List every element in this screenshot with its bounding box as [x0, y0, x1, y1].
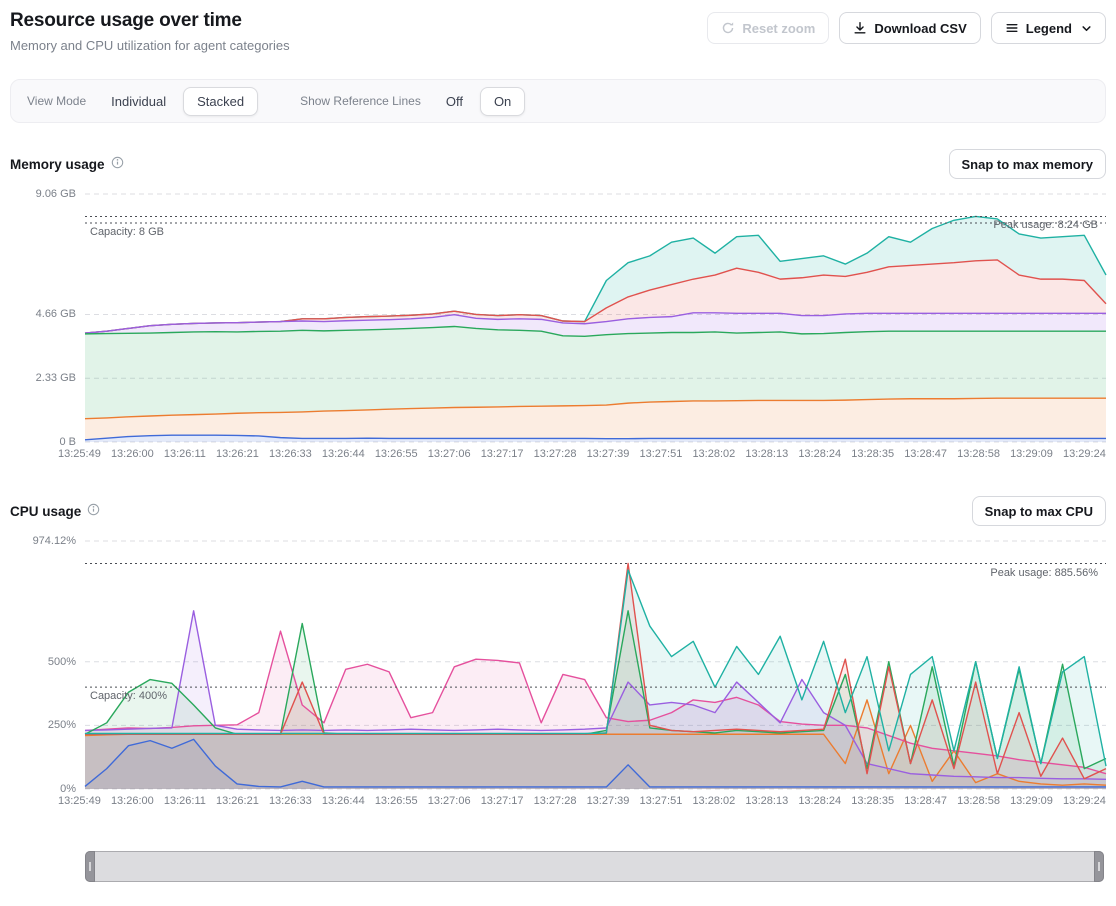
time-range-scrollbar[interactable] [85, 851, 1104, 882]
x-tick-label: 13:28:47 [904, 448, 947, 460]
legend-button[interactable]: Legend [991, 12, 1106, 44]
x-tick-label: 13:28:24 [798, 795, 841, 807]
memory-chart-plot[interactable] [85, 194, 1106, 442]
x-tick-label: 13:28:58 [957, 795, 1000, 807]
info-icon[interactable] [111, 156, 124, 172]
page-subtitle: Memory and CPU utilization for agent cat… [10, 38, 290, 53]
cpu-section-title: CPU usage [10, 504, 81, 519]
y-tick-label: 4.66 GB [10, 308, 76, 320]
chevron-down-icon [1081, 23, 1092, 34]
x-tick-label: 13:26:33 [269, 795, 312, 807]
download-csv-label: Download CSV [874, 21, 966, 36]
x-tick-label: 13:28:35 [851, 448, 894, 460]
resource-usage-page: Resource usage over time Memory and CPU … [0, 0, 1116, 882]
legend-list-icon [1005, 21, 1019, 35]
reset-zoom-button[interactable]: Reset zoom [707, 12, 829, 44]
x-tick-label: 13:26:33 [269, 448, 312, 460]
x-tick-label: 13:26:11 [164, 448, 206, 460]
x-tick-label: 13:29:24 [1063, 448, 1106, 460]
memory-section-header: Memory usage Snap to max memory [10, 149, 1106, 179]
x-tick-label: 13:29:24 [1063, 795, 1106, 807]
x-tick-label: 13:26:55 [375, 448, 418, 460]
view-mode-label: View Mode [27, 94, 86, 108]
x-tick-label: 13:26:11 [164, 795, 206, 807]
x-axis-labels: 13:25:49 13:26:00 13:26:11 13:26:21 13:26:33… [58, 448, 1106, 460]
x-tick-label: 13:25:49 [58, 795, 101, 807]
brush-handle-right[interactable] [1094, 851, 1104, 882]
snap-to-max-cpu-button[interactable]: Snap to max CPU [972, 496, 1106, 526]
x-tick-label: 13:26:44 [322, 448, 365, 460]
page-title: Resource usage over time [10, 10, 290, 32]
view-mode-stacked[interactable]: Stacked [183, 87, 258, 116]
x-tick-label: 13:27:28 [534, 795, 577, 807]
download-icon [853, 21, 867, 35]
x-tick-label: 13:27:39 [587, 795, 630, 807]
x-tick-label: 13:26:44 [322, 795, 365, 807]
memory-section-title-row: Memory usage [10, 156, 124, 172]
x-tick-label: 13:28:47 [904, 795, 947, 807]
cpu-chart[interactable]: 0%250%500%974.12%Capacity: 400%Peak usag… [10, 541, 1106, 813]
x-tick-label: 13:27:17 [481, 448, 524, 460]
x-tick-label: 13:29:09 [1010, 448, 1053, 460]
x-tick-label: 13:29:09 [1010, 795, 1053, 807]
info-icon[interactable] [87, 503, 100, 519]
x-tick-label: 13:27:28 [534, 448, 577, 460]
snap-to-max-memory-button[interactable]: Snap to max memory [949, 149, 1107, 179]
x-tick-label: 13:26:00 [111, 795, 154, 807]
x-tick-label: 13:27:06 [428, 448, 471, 460]
x-tick-label: 13:28:35 [851, 795, 894, 807]
y-tick-label: 2.33 GB [10, 372, 76, 384]
reset-zoom-label: Reset zoom [742, 21, 815, 36]
cpu-section-title-row: CPU usage [10, 503, 100, 519]
download-csv-button[interactable]: Download CSV [839, 12, 980, 44]
x-axis-labels: 13:25:49 13:26:00 13:26:11 13:26:21 13:26:33… [58, 795, 1106, 807]
x-tick-label: 13:26:21 [216, 795, 259, 807]
reference-line-label: Capacity: 400% [90, 690, 167, 702]
reference-line-label: Peak usage: 8.24 GB [993, 219, 1098, 231]
legend-label: Legend [1026, 21, 1072, 36]
reference-line-label: Capacity: 8 GB [90, 226, 164, 238]
memory-chart[interactable]: 0 B2.33 GB4.66 GB9.06 GBCapacity: 8 GBPe… [10, 194, 1106, 466]
x-tick-label: 13:27:17 [481, 795, 524, 807]
reference-lines-off[interactable]: Off [435, 87, 474, 116]
cpu-section-header: CPU usage Snap to max CPU [10, 496, 1106, 526]
page-header: Resource usage over time Memory and CPU … [10, 8, 1106, 53]
y-tick-label: 0 B [10, 436, 76, 448]
title-block: Resource usage over time Memory and CPU … [10, 8, 290, 53]
x-tick-label: 13:28:24 [798, 448, 841, 460]
y-tick-label: 0% [10, 783, 76, 795]
brush-handle-left[interactable] [85, 851, 95, 882]
x-tick-label: 13:26:21 [216, 448, 259, 460]
x-tick-label: 13:28:02 [692, 795, 735, 807]
chart-controls-bar: View Mode Individual Stacked Show Refere… [10, 79, 1106, 123]
x-tick-label: 13:27:06 [428, 795, 471, 807]
reference-lines-label: Show Reference Lines [300, 94, 421, 108]
y-tick-label: 500% [10, 656, 76, 668]
cpu-chart-plot[interactable] [85, 541, 1106, 789]
view-mode-individual[interactable]: Individual [100, 87, 177, 116]
x-tick-label: 13:28:58 [957, 448, 1000, 460]
x-tick-label: 13:28:13 [745, 795, 788, 807]
memory-section-title: Memory usage [10, 157, 105, 172]
reference-lines-on[interactable]: On [480, 87, 525, 116]
x-tick-label: 13:28:13 [745, 448, 788, 460]
x-tick-label: 13:27:51 [640, 795, 683, 807]
y-tick-label: 9.06 GB [10, 188, 76, 200]
y-tick-label: 974.12% [10, 535, 76, 547]
x-tick-label: 13:27:51 [640, 448, 683, 460]
x-tick-label: 13:25:49 [58, 448, 101, 460]
x-tick-label: 13:26:55 [375, 795, 418, 807]
x-tick-label: 13:27:39 [587, 448, 630, 460]
x-tick-label: 13:28:02 [692, 448, 735, 460]
reference-line-label: Peak usage: 885.56% [990, 567, 1098, 579]
header-actions: Reset zoom Download CSV Legend [707, 8, 1106, 44]
x-tick-label: 13:26:00 [111, 448, 154, 460]
y-tick-label: 250% [10, 719, 76, 731]
reset-zoom-icon [721, 21, 735, 35]
